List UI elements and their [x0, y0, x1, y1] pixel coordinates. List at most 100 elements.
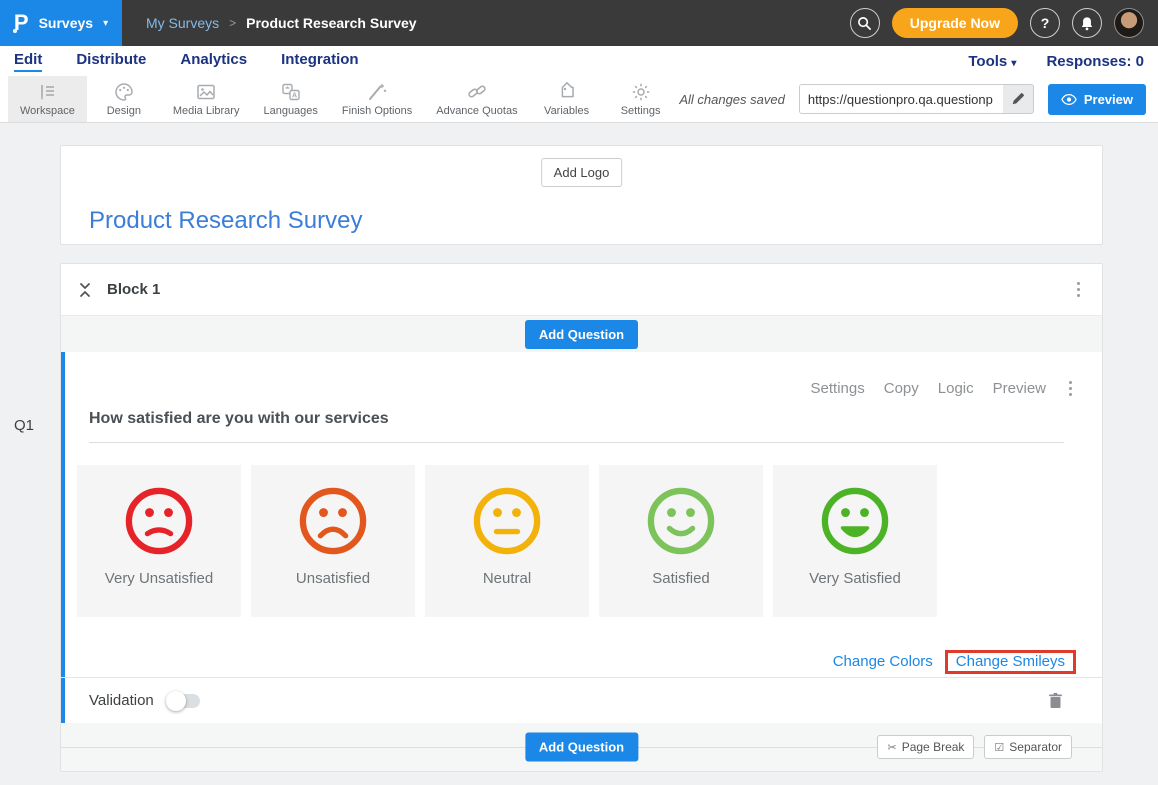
toolbar-item-languages[interactable]: A Languages — [251, 76, 329, 122]
add-question-button-bottom[interactable]: Add Question — [525, 733, 638, 762]
block-footer: Add Question ✂ Page Break ☑ Separator — [61, 723, 1102, 771]
scissors-icon: ✂ — [887, 741, 896, 754]
add-question-button-top[interactable]: Add Question — [525, 320, 638, 349]
finish-options-icon — [366, 81, 388, 103]
tab-integration[interactable]: Integration — [281, 51, 359, 72]
frown-slight-smiley-icon — [121, 483, 197, 559]
toolbar-item-media-library[interactable]: Media Library — [161, 76, 252, 122]
design-icon — [113, 81, 135, 103]
notifications-button[interactable] — [1072, 8, 1102, 38]
survey-url-box — [799, 84, 1034, 114]
toolbar-item-workspace[interactable]: Workspace — [8, 76, 87, 122]
breadcrumb: My Surveys > Product Research Survey — [146, 0, 417, 46]
breadcrumb-separator-icon: > — [229, 16, 236, 30]
chevron-down-icon: ▾ — [1011, 58, 1016, 69]
save-status-text: All changes saved — [679, 92, 785, 107]
languages-icon: A — [280, 81, 302, 103]
survey-header-card: Add Logo Product Research Survey — [60, 145, 1103, 245]
change-smileys-link[interactable]: Change Smileys — [948, 649, 1073, 674]
toolbar-item-label: Languages — [263, 105, 317, 117]
page-break-button[interactable]: ✂ Page Break — [877, 735, 974, 759]
user-avatar[interactable] — [1114, 8, 1144, 38]
validation-label: Validation — [89, 692, 154, 709]
advance-quotas-icon — [466, 81, 488, 103]
smiley-option-label: Unsatisfied — [296, 570, 370, 587]
toolbar-item-label: Settings — [621, 105, 661, 117]
preview-button[interactable]: Preview — [1048, 84, 1146, 115]
tab-distribute[interactable]: Distribute — [76, 51, 146, 72]
smiley-option-label: Satisfied — [652, 570, 710, 587]
search-button[interactable] — [850, 8, 880, 38]
survey-url-input[interactable] — [800, 85, 1003, 113]
question-mark-icon: ? — [1041, 15, 1050, 31]
help-button[interactable]: ? — [1030, 8, 1060, 38]
question-copy-link[interactable]: Copy — [884, 380, 919, 397]
breadcrumb-my-surveys[interactable]: My Surveys — [146, 15, 219, 31]
eye-icon — [1061, 94, 1077, 105]
toolbar-item-settings[interactable]: Settings — [604, 76, 678, 122]
questionpro-logo-icon: P — [14, 12, 29, 34]
toolbar-item-advance-quotas[interactable]: Advance Quotas — [424, 76, 529, 122]
add-logo-button[interactable]: Add Logo — [541, 158, 623, 187]
chevron-down-icon: ▾ — [103, 18, 108, 29]
top-header: P Surveys ▾ My Surveys > Product Researc… — [0, 0, 1158, 46]
workspace-icon — [36, 81, 58, 103]
smiley-option-neutral[interactable]: Neutral — [425, 465, 589, 617]
question-links: Change Colors Change Smileys — [825, 649, 1076, 674]
smiley-option-unsatisfied[interactable]: Unsatisfied — [251, 465, 415, 617]
search-icon — [857, 16, 872, 31]
add-question-row-top: Add Question — [61, 316, 1102, 352]
question-text[interactable]: How satisfied are you with our services — [89, 410, 1064, 443]
toolbar-item-label: Media Library — [173, 105, 240, 117]
secondary-nav: Edit Distribute Analytics Integration Tools… — [0, 46, 1158, 76]
question-settings-link[interactable]: Settings — [811, 380, 865, 397]
smile-smiley-icon — [643, 483, 719, 559]
smiley-options-row: Very Unsatisfied Unsatisfied Neutral Satisf… — [77, 465, 937, 617]
toolbar-item-finish-options[interactable]: Finish Options — [330, 76, 424, 122]
tab-edit[interactable]: Edit — [14, 51, 42, 72]
validation-toggle[interactable] — [166, 694, 200, 708]
smiley-option-very-satisfied[interactable]: Very Satisfied — [773, 465, 937, 617]
smiley-option-satisfied[interactable]: Satisfied — [599, 465, 763, 617]
toolbar-item-label: Workspace — [20, 105, 75, 117]
toolbar-item-variables[interactable]: Variables — [530, 76, 604, 122]
collapse-block-button[interactable] — [79, 282, 91, 298]
delete-question-button[interactable] — [1049, 693, 1062, 709]
block-menu-button[interactable] — [1073, 278, 1084, 301]
nav-tabs: Edit Distribute Analytics Integration — [14, 51, 359, 72]
upgrade-now-button[interactable]: Upgrade Now — [892, 8, 1018, 38]
trash-icon — [1049, 693, 1062, 709]
pencil-icon — [1011, 92, 1025, 106]
block-card: Block 1 Add Question Q1 SettingsCopyLogi… — [60, 263, 1103, 772]
checkbox-checked-icon: ☑ — [994, 741, 1004, 754]
survey-title[interactable]: Product Research Survey — [89, 207, 362, 235]
toolbar-item-design[interactable]: Design — [87, 76, 161, 122]
question-preview-link[interactable]: Preview — [993, 380, 1046, 397]
question-logic-link[interactable]: Logic — [938, 380, 974, 397]
tab-analytics[interactable]: Analytics — [180, 51, 247, 72]
toolbar-items: Workspace Design Media Library A Languages Fi… — [8, 76, 678, 122]
smiley-option-very-unsatisfied[interactable]: Very Unsatisfied — [77, 465, 241, 617]
validation-row: Validation — [61, 677, 1102, 723]
media-library-icon — [195, 81, 217, 103]
surveys-product-switcher[interactable]: P Surveys ▾ — [0, 0, 122, 46]
block-title[interactable]: Block 1 — [107, 281, 160, 298]
toolbar-item-label: Advance Quotas — [436, 105, 517, 117]
variables-icon — [556, 81, 578, 103]
question-card: Q1 SettingsCopyLogicPreview How satisfie… — [61, 352, 1102, 723]
logo-label: Surveys — [39, 15, 93, 31]
block-header: Block 1 — [61, 264, 1102, 316]
frown-smiley-icon — [295, 483, 371, 559]
smiley-option-label: Very Unsatisfied — [105, 570, 213, 587]
toolbar-item-label: Design — [107, 105, 141, 117]
toolbar-item-label: Finish Options — [342, 105, 412, 117]
editor-toolbar: Workspace Design Media Library A Languages Fi… — [0, 76, 1158, 123]
question-more-menu-button[interactable] — [1065, 377, 1076, 400]
question-number-label: Q1 — [14, 417, 34, 434]
change-colors-link[interactable]: Change Colors — [825, 649, 941, 674]
edit-url-button[interactable] — [1003, 92, 1033, 106]
tools-menu[interactable]: Tools ▾ — [968, 53, 1016, 70]
smiley-option-label: Neutral — [483, 570, 531, 587]
separator-button[interactable]: ☑ Separator — [984, 735, 1072, 759]
toolbar-item-label: Variables — [544, 105, 589, 117]
